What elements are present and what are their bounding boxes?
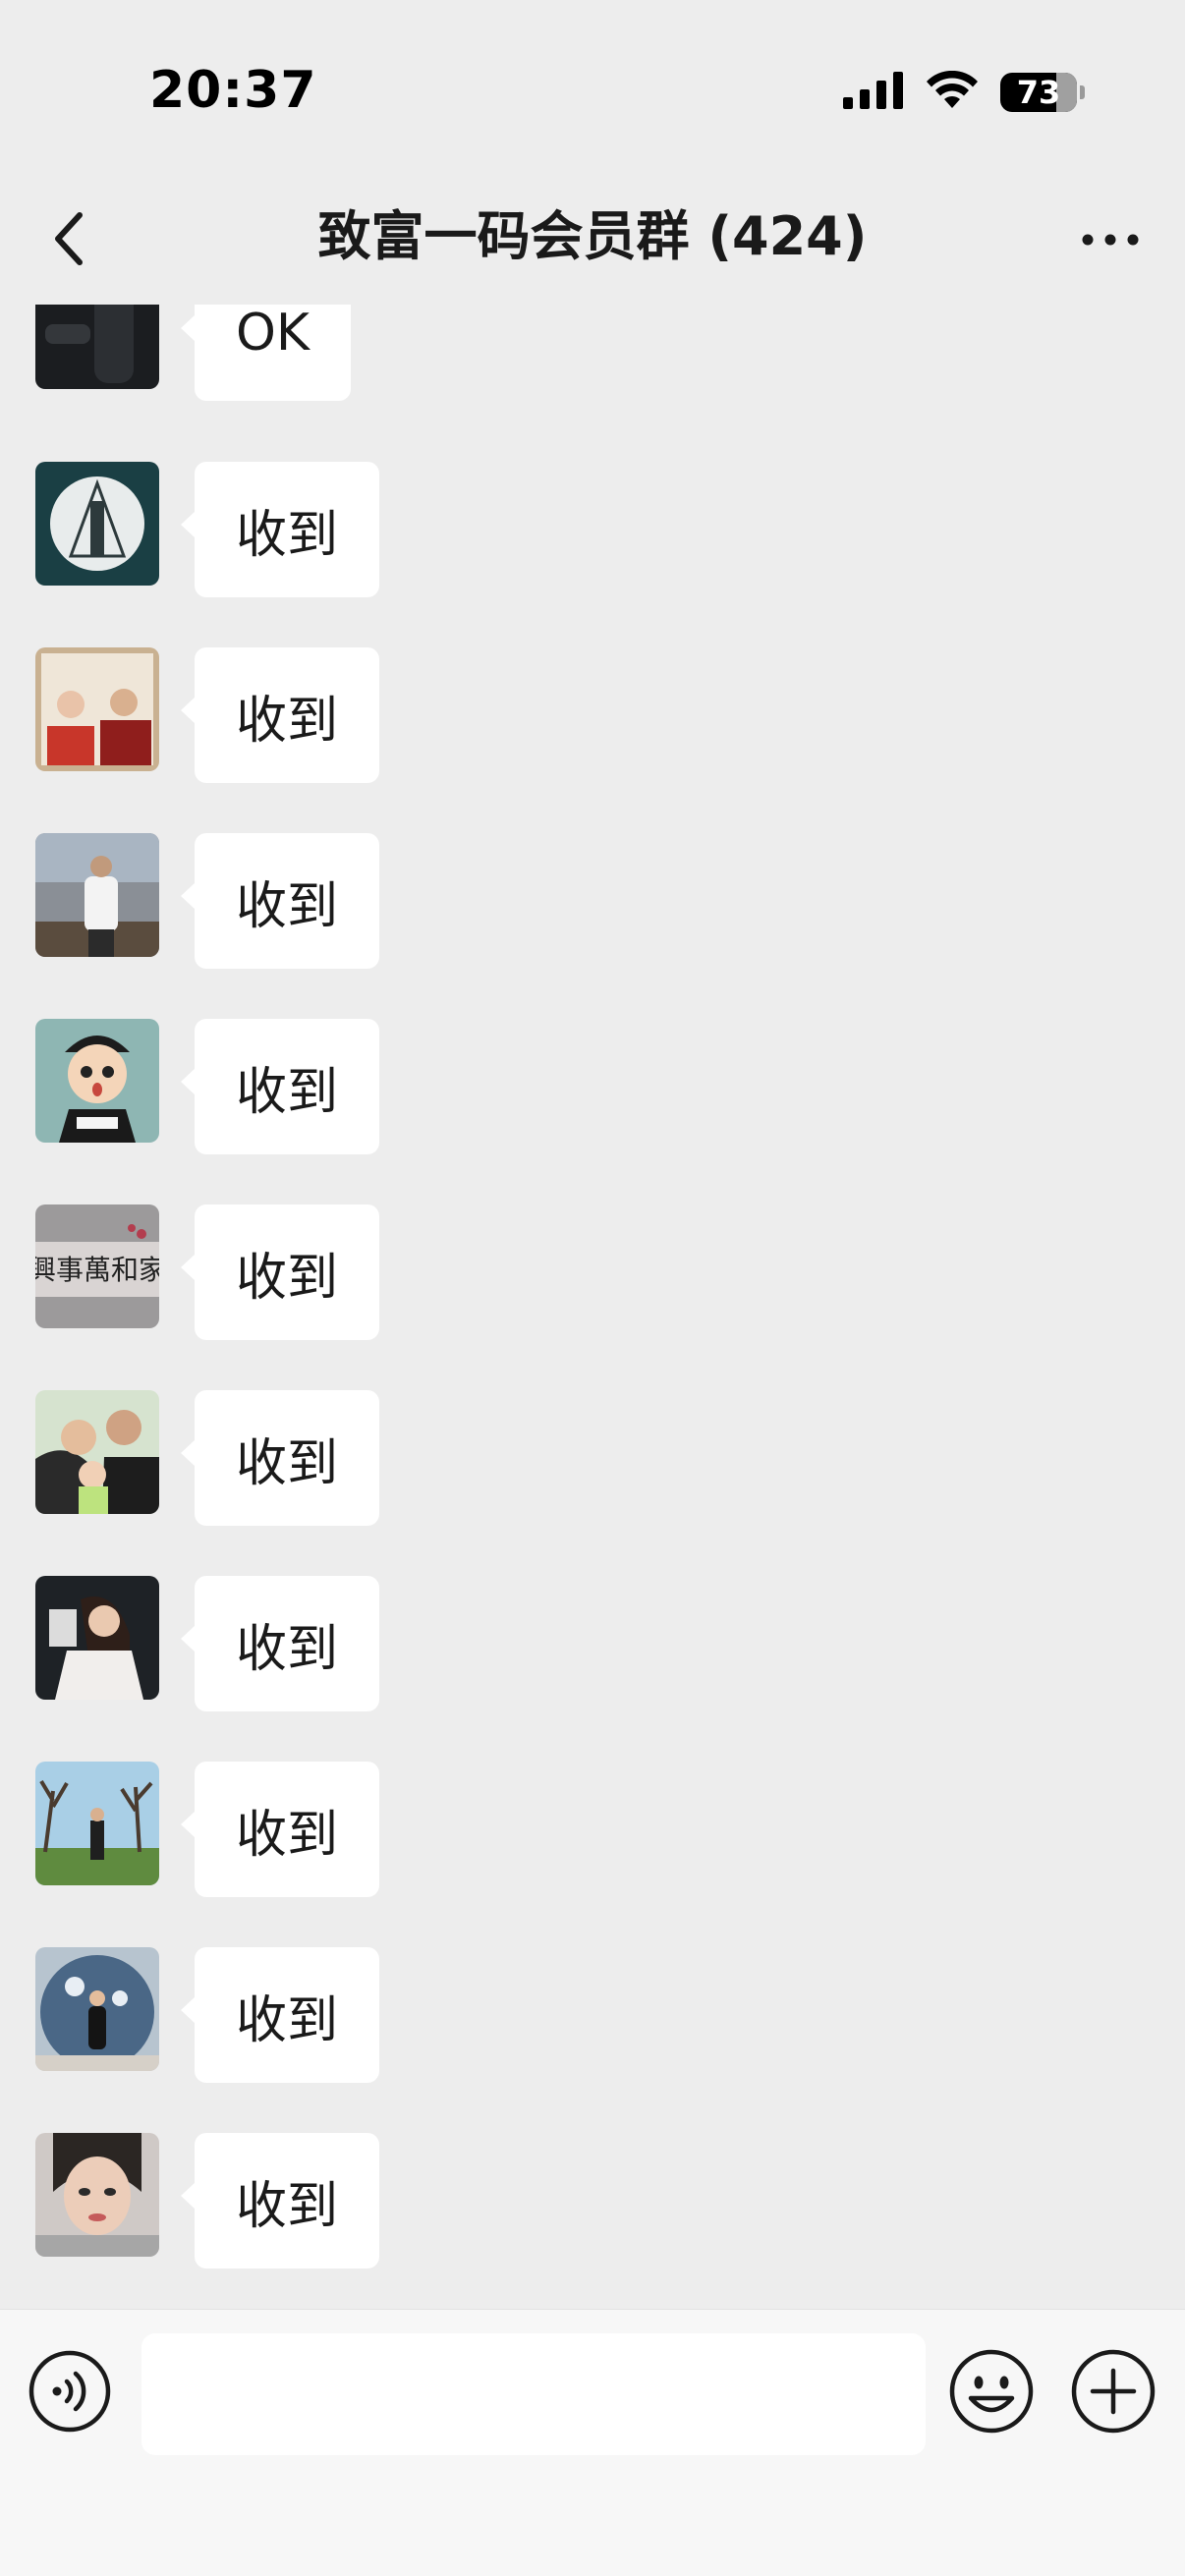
avatar[interactable] xyxy=(35,2133,159,2257)
avatar[interactable] xyxy=(35,1390,159,1514)
message-bubble[interactable]: 收到 xyxy=(180,1762,380,1897)
message-bubble[interactable]: 收到 xyxy=(180,833,380,969)
chat-screen: 20:37 73 致富一码会员群 (424) OK 收到 收到 收到 收到 興事… xyxy=(0,0,1185,2576)
message-input[interactable] xyxy=(141,2333,926,2455)
avatar[interactable] xyxy=(35,1019,159,1143)
message-row: 興事萬和家 收到 xyxy=(35,1204,380,1340)
message-bubble[interactable]: 收到 xyxy=(180,1019,380,1154)
message-row: OK xyxy=(35,305,352,401)
plus-icon xyxy=(1069,2349,1157,2439)
battery-level: 73 xyxy=(1016,74,1061,111)
message-row: 收到 xyxy=(35,647,380,783)
message-row: 收到 xyxy=(35,462,380,597)
message-row: 收到 xyxy=(35,1019,380,1154)
message-row: 收到 xyxy=(35,1390,380,1526)
avatar[interactable] xyxy=(35,305,159,389)
avatar[interactable] xyxy=(35,647,159,771)
more-dots-icon xyxy=(1081,232,1140,251)
message-row: 收到 xyxy=(35,2133,380,2268)
message-row: 收到 xyxy=(35,1947,380,2083)
nav-bar: 致富一码会员群 (424) xyxy=(0,177,1185,305)
message-bubble[interactable]: 收到 xyxy=(180,1390,380,1526)
input-bar xyxy=(0,2309,1185,2576)
avatar[interactable]: 興事萬和家 xyxy=(35,1204,159,1328)
avatar[interactable] xyxy=(35,1576,159,1700)
more-functions-button[interactable] xyxy=(1069,2347,1157,2436)
message-row: 收到 xyxy=(35,1762,380,1897)
message-row: 收到 xyxy=(35,1576,380,1711)
voice-button[interactable] xyxy=(28,2349,112,2434)
emoji-icon xyxy=(947,2349,1036,2439)
avatar[interactable] xyxy=(35,833,159,957)
message-bubble[interactable]: 收到 xyxy=(180,1947,380,2083)
avatar[interactable] xyxy=(35,1762,159,1885)
chat-title: 致富一码会员群 (424) xyxy=(317,205,868,267)
message-bubble[interactable]: 收到 xyxy=(180,1204,380,1340)
message-bubble[interactable]: 收到 xyxy=(180,647,380,783)
status-time: 20:37 xyxy=(149,61,317,120)
svg-text:興事萬和家: 興事萬和家 xyxy=(35,1254,159,1286)
battery-icon: 73 xyxy=(1000,73,1085,112)
message-bubble[interactable]: 收到 xyxy=(180,1576,380,1711)
signal-icon xyxy=(843,72,904,113)
voice-icon xyxy=(28,2350,112,2437)
wifi-icon xyxy=(926,70,979,114)
emoji-button[interactable] xyxy=(947,2347,1036,2436)
message-row: 收到 xyxy=(35,833,380,969)
message-bubble[interactable]: 收到 xyxy=(180,462,380,597)
message-list[interactable]: OK 收到 收到 收到 收到 興事萬和家 收到 收到 收到 收到 收到 收到 xyxy=(0,305,1185,2309)
message-bubble[interactable]: OK xyxy=(180,305,352,401)
status-bar: 20:37 73 xyxy=(0,0,1185,177)
avatar[interactable] xyxy=(35,1947,159,2071)
avatar[interactable] xyxy=(35,462,159,586)
status-icons: 73 xyxy=(843,70,1085,114)
more-button[interactable] xyxy=(1071,206,1150,275)
message-bubble[interactable]: 收到 xyxy=(180,2133,380,2268)
